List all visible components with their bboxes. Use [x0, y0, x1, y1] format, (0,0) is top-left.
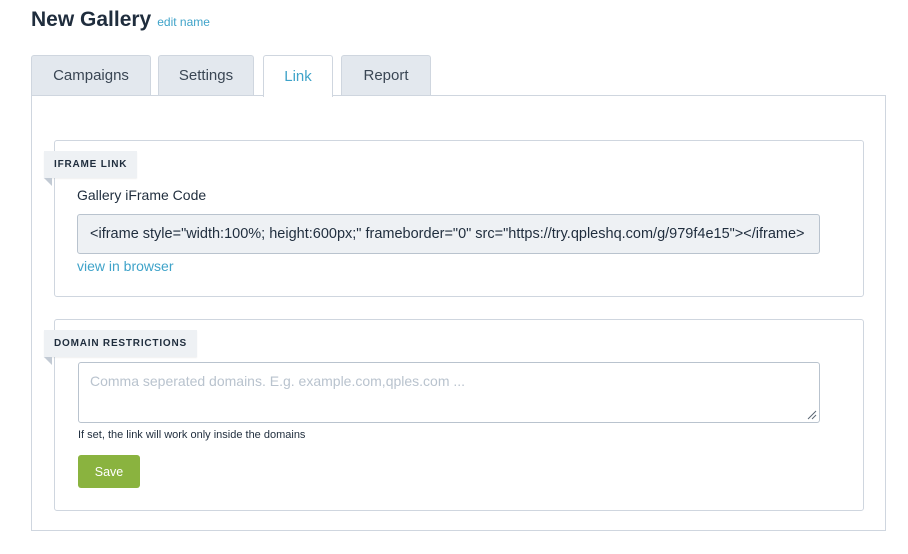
domains-textarea[interactable]: Comma seperated domains. E.g. example.co… [78, 362, 820, 423]
tab-settings[interactable]: Settings [158, 55, 254, 95]
save-button[interactable]: Save [78, 455, 140, 488]
tab-campaigns[interactable]: Campaigns [31, 55, 151, 95]
iframe-code-value: <iframe style="width:100%; height:600px;… [90, 226, 805, 242]
iframe-code-field[interactable]: <iframe style="width:100%; height:600px;… [77, 214, 820, 254]
view-in-browser-link[interactable]: view in browser [77, 258, 173, 274]
tab-link[interactable]: Link [263, 55, 333, 97]
tab-report[interactable]: Report [341, 55, 431, 95]
domains-placeholder: Comma seperated domains. E.g. example.co… [90, 373, 466, 389]
tab-content-panel: IFRAME LINK Gallery iFrame Code <iframe … [31, 95, 886, 531]
iframe-code-label: Gallery iFrame Code [77, 187, 207, 203]
resize-grip-icon[interactable] [807, 410, 817, 420]
edit-name-link[interactable]: edit name [157, 15, 210, 29]
domains-hint: If set, the link will work only inside t… [78, 429, 306, 441]
page-header: New Gallery edit name [31, 8, 210, 32]
iframe-link-heading: IFRAME LINK [44, 151, 138, 186]
page-title: New Gallery [31, 8, 152, 31]
iframe-link-card: IFRAME LINK Gallery iFrame Code <iframe … [44, 140, 864, 297]
domain-restrictions-card: DOMAIN RESTRICTIONS Comma seperated doma… [44, 319, 864, 511]
domain-restrictions-heading: DOMAIN RESTRICTIONS [44, 330, 197, 365]
